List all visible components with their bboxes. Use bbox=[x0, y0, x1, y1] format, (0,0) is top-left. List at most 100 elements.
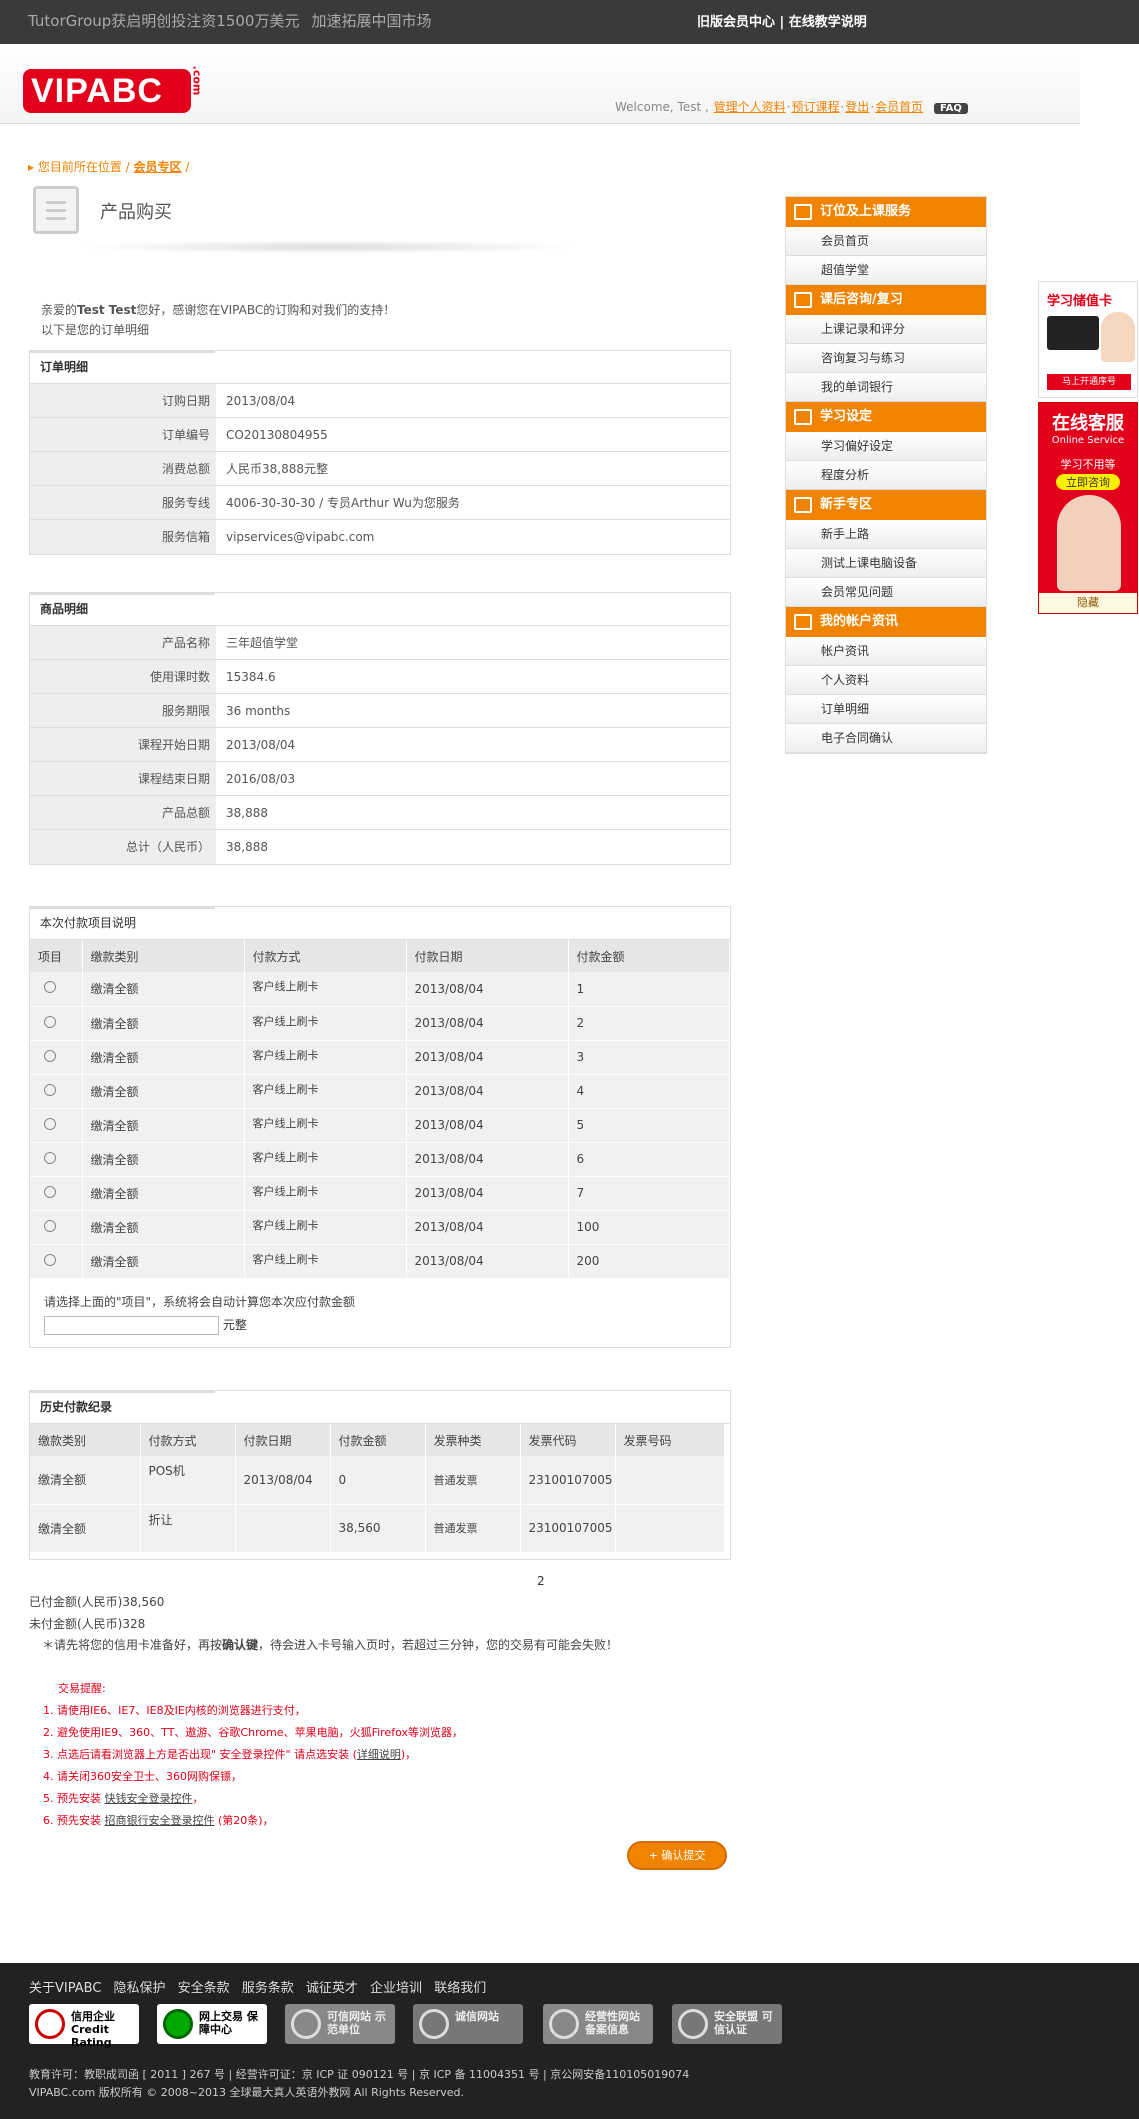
payment-row: 缴清全额 客户线上刷卡 2013/08/04 3 bbox=[30, 1040, 730, 1075]
payment-radio[interactable] bbox=[44, 1219, 56, 1232]
sidebar-item[interactable]: 超值学堂 bbox=[786, 256, 986, 285]
payment-items: 本次付款项目说明 项目 缴款类别 付款方式 付款日期 付款金额 缴清全额 客户线上… bbox=[29, 906, 731, 1348]
detail-row: 总计（人民币） 38,888 bbox=[30, 830, 730, 864]
payment-radio[interactable] bbox=[44, 1049, 56, 1062]
payment-method: 客户线上刷卡 bbox=[244, 1142, 407, 1177]
amount-input[interactable] bbox=[44, 1315, 219, 1335]
intro-text: 亲爱的Test Test您好，感谢您在VIPABC的订购和对我们的支持！ 以下是… bbox=[41, 303, 396, 337]
vipabc-logo[interactable]: VIPABC bbox=[23, 69, 191, 113]
sidebar-item[interactable]: 咨询复习与练习 bbox=[786, 344, 986, 373]
sidebar-section-header[interactable]: 学习设定 bbox=[786, 402, 986, 432]
security-alliance-icon bbox=[678, 2009, 708, 2039]
hide-widget-button[interactable]: 隐藏 bbox=[1039, 593, 1137, 613]
detail-label: 课程结束日期 bbox=[30, 762, 216, 795]
history-col: 缴款类别 bbox=[30, 1424, 141, 1456]
detail-value: 38,888 bbox=[226, 840, 268, 854]
sidebar-item[interactable]: 程度分析 bbox=[786, 461, 986, 490]
payment-items-title: 本次付款项目说明 bbox=[30, 906, 730, 940]
detail-value: 三年超值学堂 bbox=[226, 636, 299, 650]
tip-post: (第20条)， bbox=[214, 1814, 274, 1827]
card-image bbox=[1047, 316, 1099, 350]
payment-radio[interactable] bbox=[44, 1151, 56, 1164]
sidebar-item[interactable]: 会员常见问题 bbox=[786, 578, 986, 607]
payment-radio[interactable] bbox=[44, 1083, 56, 1096]
consult-now-button[interactable]: 立即咨询 bbox=[1056, 474, 1120, 490]
sidebar-item[interactable]: 电子合同确认 bbox=[786, 724, 986, 753]
news-headline[interactable]: TutorGroup获启明创投注资1500万美元 加速拓展中国市场 bbox=[28, 10, 431, 31]
payment-amount: 100 bbox=[568, 1210, 730, 1245]
service-agent-photo bbox=[1057, 495, 1121, 591]
payment-table: 项目 缴款类别 付款方式 付款日期 付款金额 缴清全额 客户线上刷卡 2013/08… bbox=[30, 940, 730, 1279]
site-record-badge[interactable]: 经营性网站 备案信息 bbox=[543, 2004, 653, 2044]
integrity-site-badge[interactable]: 诚信网站 bbox=[413, 2004, 523, 2044]
credit-rating-badge[interactable]: 信用企业 Credit Rating bbox=[29, 2004, 139, 2049]
logout-link[interactable]: 登出 bbox=[845, 100, 869, 114]
section-icon bbox=[794, 292, 812, 308]
tip-text: 5. 预先安装 bbox=[43, 1792, 105, 1805]
payment-select-cell bbox=[30, 1176, 83, 1211]
sidebar-item[interactable]: 我的单词银行 bbox=[786, 373, 986, 402]
book-class-link[interactable]: 预订课程 bbox=[791, 100, 839, 114]
tip-link[interactable]: 招商银行安全登录控件 bbox=[105, 1814, 215, 1827]
sidebar-section-header[interactable]: 新手专区 bbox=[786, 490, 986, 520]
detail-value: 2016/08/03 bbox=[226, 772, 296, 786]
payment-type: 缴清全额 bbox=[82, 1108, 245, 1143]
sidebar-item[interactable]: 会员首页 bbox=[786, 227, 986, 256]
payment-type: 缴清全额 bbox=[82, 1074, 245, 1109]
trusted-site-badge[interactable]: 可信网站 示范单位 bbox=[285, 2004, 395, 2044]
sidebar-section-header[interactable]: 课后咨询/复习 bbox=[786, 285, 986, 315]
trade-protection-badge[interactable]: 网上交易 保障中心 bbox=[157, 2004, 267, 2044]
confirm-submit-button[interactable]: + 确认提交 bbox=[627, 1841, 727, 1870]
faq-button[interactable]: FAQ bbox=[933, 103, 968, 114]
clipboard-icon bbox=[33, 186, 79, 234]
payment-date: 2013/08/04 bbox=[406, 1210, 569, 1245]
payment-radio[interactable] bbox=[44, 1117, 56, 1130]
top-links[interactable]: 旧版会员中心 | 在线教学说明 bbox=[697, 11, 867, 30]
history-cell: 23100107005 bbox=[520, 1456, 616, 1505]
tip-link[interactable]: 快钱安全登录控件 bbox=[105, 1792, 193, 1805]
detail-label: 订购日期 bbox=[30, 384, 216, 417]
payment-radio[interactable] bbox=[44, 1253, 56, 1266]
sidebar-item[interactable]: 帐户资讯 bbox=[786, 637, 986, 666]
sidebar-item[interactable]: 学习偏好设定 bbox=[786, 432, 986, 461]
detail-value: 2013/08/04 bbox=[226, 738, 296, 752]
payment-method: 客户线上刷卡 bbox=[244, 1006, 407, 1041]
detail-label: 服务专线 bbox=[30, 486, 216, 519]
sidebar-section-header[interactable]: 订位及上课服务 bbox=[786, 197, 986, 227]
detail-value: 36 months bbox=[226, 704, 291, 718]
payment-radio[interactable] bbox=[44, 1185, 56, 1198]
breadcrumb-member-link[interactable]: 会员专区 bbox=[134, 160, 182, 174]
transaction-tips: 交易提醒: 1. 请使用IE6、IE7、IE8及IE内核的浏览器进行支付， 2. … bbox=[43, 1678, 463, 1832]
security-alliance-badge[interactable]: 安全联盟 可信认证 bbox=[672, 2004, 782, 2044]
activate-card-button[interactable]: 马上开通序号 bbox=[1047, 374, 1131, 390]
history-table: 缴款类别 付款方式 付款日期 付款金额 发票种类 发票代码 发票号码 缴清全额 POS机 201… bbox=[30, 1424, 725, 1553]
payment-radio[interactable] bbox=[44, 1015, 56, 1028]
detail-row: 课程结束日期 2016/08/03 bbox=[30, 762, 730, 796]
sidebar-item[interactable]: 测试上课电脑设备 bbox=[786, 549, 986, 578]
page-number[interactable]: 2 bbox=[537, 1574, 545, 1588]
tip-text: 6. 预先安装 bbox=[43, 1814, 105, 1827]
sidebar-section-header[interactable]: 我的帐户资讯 bbox=[786, 607, 986, 637]
sidebar-item[interactable]: 新手上路 bbox=[786, 520, 986, 549]
history-cell: 缴清全额 bbox=[30, 1456, 141, 1505]
tip-item: 2. 避免使用IE9、360、TT、遨游、谷歌Chrome、苹果电脑，火狐Fir… bbox=[43, 1722, 463, 1744]
sidebar-item[interactable]: 订单明细 bbox=[786, 695, 986, 724]
footer-links[interactable]: 关于VIPABC 隐私保护 安全条款 服务条款 诚征英才 企业培训 联络我们 bbox=[29, 1977, 486, 1996]
sidebar-item[interactable]: 个人资料 bbox=[786, 666, 986, 695]
payment-date: 2013/08/04 bbox=[406, 1006, 569, 1041]
history-col: 付款方式 bbox=[140, 1424, 236, 1456]
sidebar-item[interactable]: 上课记录和评分 bbox=[786, 315, 986, 344]
history-cell: 普通发票 bbox=[425, 1456, 521, 1505]
payment-date: 2013/08/04 bbox=[406, 1176, 569, 1211]
section-icon bbox=[794, 409, 812, 425]
member-home-link[interactable]: 会员首页 bbox=[875, 100, 923, 114]
payment-radio[interactable] bbox=[44, 981, 56, 994]
payment-date: 2013/08/04 bbox=[406, 1244, 569, 1279]
study-card-promo[interactable]: 学习储值卡 马上开通序号 bbox=[1038, 281, 1138, 398]
manage-profile-link[interactable]: 管理个人资料 bbox=[714, 100, 786, 114]
payment-type: 缴清全额 bbox=[82, 1210, 245, 1245]
card-notice: ＊请先将您的信用卡准备好，再按确认键，待会进入卡号输入页时，若超过三分钟，您的交… bbox=[42, 1638, 619, 1652]
detail-label: 消费总额 bbox=[30, 452, 216, 485]
tip-link[interactable]: 详细说明 bbox=[357, 1748, 401, 1761]
history-cell: 0 bbox=[330, 1456, 426, 1505]
